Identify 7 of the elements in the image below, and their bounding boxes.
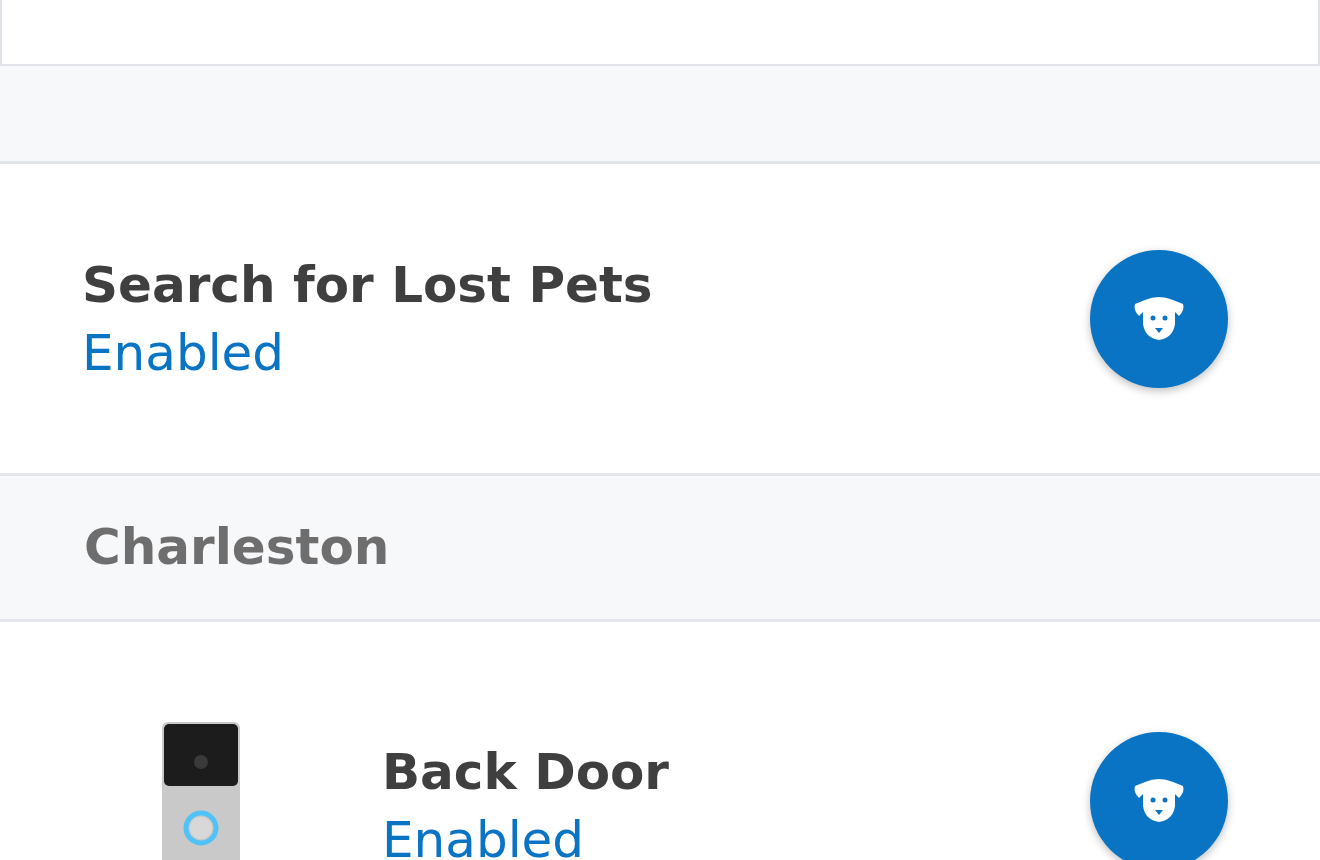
- feature-status: Enabled: [82, 322, 286, 383]
- section-title: Charleston: [84, 517, 390, 578]
- pet-search-button[interactable]: [1090, 732, 1228, 860]
- pet-search-button[interactable]: [1090, 249, 1228, 388]
- feature-title: Search for Lost Pets: [82, 254, 653, 315]
- device-status: Enabled: [382, 810, 586, 860]
- device-name: Back Door: [382, 742, 669, 802]
